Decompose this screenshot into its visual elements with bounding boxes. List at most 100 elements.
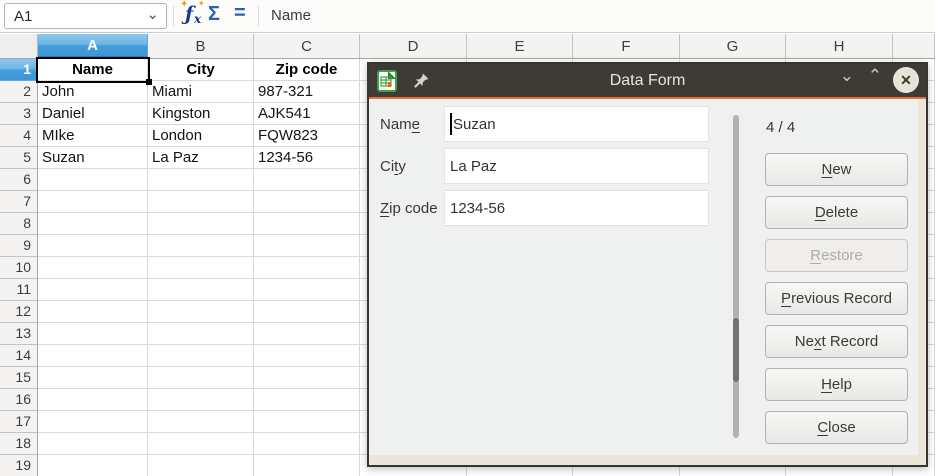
column-header-C[interactable]: C <box>254 34 360 58</box>
cell-A15[interactable] <box>38 367 148 389</box>
row-header-15[interactable]: 15 <box>0 367 37 389</box>
row-header-6[interactable]: 6 <box>0 169 37 191</box>
row-header-18[interactable]: 18 <box>0 433 37 455</box>
cell-C15[interactable] <box>254 367 360 389</box>
cell-B5[interactable]: La Paz <box>148 147 254 169</box>
name-box-dropdown-icon[interactable]: ⌄ <box>146 5 159 23</box>
dialog-scrollbar-thumb[interactable] <box>733 318 739 382</box>
previous-record-button[interactable]: Previous Record <box>765 282 908 315</box>
column-header-I[interactable] <box>893 34 935 58</box>
cell-A18[interactable] <box>38 433 148 455</box>
cell-C7[interactable] <box>254 191 360 213</box>
cell-B4[interactable]: London <box>148 125 254 147</box>
cell-B12[interactable] <box>148 301 254 323</box>
equals-icon[interactable]: = <box>234 2 246 25</box>
row-header-7[interactable]: 7 <box>0 191 37 213</box>
name-box-input[interactable]: A1 ⌄ <box>4 3 167 29</box>
row-header-16[interactable]: 16 <box>0 389 37 411</box>
formula-input[interactable]: Name <box>271 7 311 24</box>
cell-C13[interactable] <box>254 323 360 345</box>
cell-B7[interactable] <box>148 191 254 213</box>
cell-B8[interactable] <box>148 213 254 235</box>
chevron-down-icon[interactable]: ⌄ <box>840 66 854 86</box>
row-header-13[interactable]: 13 <box>0 323 37 345</box>
cell-C5[interactable]: 1234-56 <box>254 147 360 169</box>
help-button[interactable]: Help <box>765 368 908 401</box>
row-header-12[interactable]: 12 <box>0 301 37 323</box>
delete-button[interactable]: Delete <box>765 196 908 229</box>
cell-A3[interactable]: Daniel <box>38 103 148 125</box>
row-header-8[interactable]: 8 <box>0 213 37 235</box>
cell-B16[interactable] <box>148 389 254 411</box>
column-header-G[interactable]: G <box>680 34 786 58</box>
cell-C19[interactable] <box>254 455 360 476</box>
row-header-2[interactable]: 2 <box>0 81 37 103</box>
select-all-corner[interactable] <box>0 34 38 58</box>
cell-A14[interactable] <box>38 345 148 367</box>
column-header-B[interactable]: B <box>148 34 254 58</box>
dialog-scrollbar[interactable] <box>733 115 739 438</box>
cell-B10[interactable] <box>148 257 254 279</box>
cell-A1[interactable]: Name <box>38 59 148 81</box>
cell-A10[interactable] <box>38 257 148 279</box>
cell-A12[interactable] <box>38 301 148 323</box>
cell-A9[interactable] <box>38 235 148 257</box>
row-header-14[interactable]: 14 <box>0 345 37 367</box>
cell-B13[interactable] <box>148 323 254 345</box>
cell-A6[interactable] <box>38 169 148 191</box>
cell-B15[interactable] <box>148 367 254 389</box>
pin-icon[interactable] <box>412 72 430 90</box>
row-header-3[interactable]: 3 <box>0 103 37 125</box>
field-input-city[interactable]: La Paz <box>444 148 709 184</box>
cell-B1[interactable]: City <box>148 59 254 81</box>
dialog-titlebar[interactable]: Data Form ⌄ ⌃ ✕ <box>369 64 926 97</box>
column-header-H[interactable]: H <box>786 34 893 58</box>
column-header-F[interactable]: F <box>573 34 680 58</box>
cell-C14[interactable] <box>254 345 360 367</box>
row-header-9[interactable]: 9 <box>0 235 37 257</box>
cell-A19[interactable] <box>38 455 148 476</box>
cell-C8[interactable] <box>254 213 360 235</box>
field-input-name[interactable]: Suzan <box>444 106 709 142</box>
next-record-button[interactable]: Next Record <box>765 325 908 358</box>
column-header-A[interactable]: A <box>38 34 148 58</box>
cell-B17[interactable] <box>148 411 254 433</box>
column-header-D[interactable]: D <box>360 34 467 58</box>
cell-B9[interactable] <box>148 235 254 257</box>
cell-A5[interactable]: Suzan <box>38 147 148 169</box>
cell-A2[interactable]: John <box>38 81 148 103</box>
cell-C18[interactable] <box>254 433 360 455</box>
row-header-11[interactable]: 11 <box>0 279 37 301</box>
cell-C2[interactable]: 987-321 <box>254 81 360 103</box>
cell-B2[interactable]: Miami <box>148 81 254 103</box>
cell-C17[interactable] <box>254 411 360 433</box>
row-header-1[interactable]: 1 <box>0 59 37 81</box>
cell-A11[interactable] <box>38 279 148 301</box>
titlebar-close-button[interactable]: ✕ <box>893 67 919 93</box>
cell-C12[interactable] <box>254 301 360 323</box>
cell-B18[interactable] <box>148 433 254 455</box>
column-header-E[interactable]: E <box>467 34 573 58</box>
function-wizard-icon[interactable]: ✦ ✦ ƒ x <box>181 3 207 29</box>
cell-A17[interactable] <box>38 411 148 433</box>
cell-A8[interactable] <box>38 213 148 235</box>
sum-icon[interactable]: Σ <box>208 3 220 26</box>
row-header-4[interactable]: 4 <box>0 125 37 147</box>
cell-B3[interactable]: Kingston <box>148 103 254 125</box>
cell-A16[interactable] <box>38 389 148 411</box>
row-header-19[interactable]: 19 <box>0 455 37 476</box>
close-button[interactable]: Close <box>765 411 908 444</box>
field-input-zip-code[interactable]: 1234-56 <box>444 190 709 226</box>
cell-C6[interactable] <box>254 169 360 191</box>
cell-C3[interactable]: AJK541 <box>254 103 360 125</box>
cell-C9[interactable] <box>254 235 360 257</box>
chevron-up-icon[interactable]: ⌃ <box>868 66 882 86</box>
new-button[interactable]: New <box>765 153 908 186</box>
row-header-5[interactable]: 5 <box>0 147 37 169</box>
cell-A4[interactable]: MIke <box>38 125 148 147</box>
cell-B14[interactable] <box>148 345 254 367</box>
row-header-10[interactable]: 10 <box>0 257 37 279</box>
cell-C4[interactable]: FQW823 <box>254 125 360 147</box>
cell-B11[interactable] <box>148 279 254 301</box>
cell-A13[interactable] <box>38 323 148 345</box>
